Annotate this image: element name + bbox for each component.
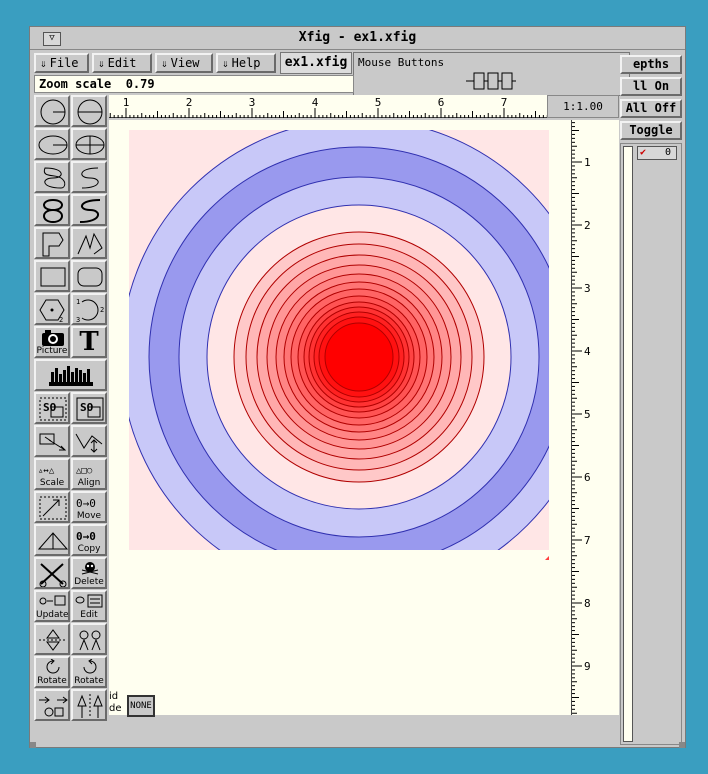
top-ruler-ticks: 1 2 3 4 5 6 7	[109, 96, 548, 118]
depths-header: epths	[620, 55, 682, 74]
move-tool[interactable]: 0→0 Move	[71, 491, 107, 523]
down-arrow-icon: ⇓	[222, 57, 229, 70]
mouse-buttons-label: Mouse Buttons	[358, 56, 445, 69]
copy-tool[interactable]: 0→0 Copy	[71, 524, 107, 556]
file-menu-button[interactable]: ⇓ File	[34, 53, 89, 73]
mouse-buttons-panel: Mouse Buttons	[353, 52, 630, 96]
ruler-label: 8	[584, 597, 591, 610]
right-ruler[interactable]: 1 2 3 4 5 6 7 8 9	[571, 120, 619, 715]
contour-figure	[129, 130, 549, 560]
ellipse-by-radii-tool[interactable]	[34, 128, 70, 160]
circle-by-diameter-tool[interactable]	[71, 95, 107, 127]
grid-none-button[interactable]: NONE	[127, 695, 155, 717]
depth-item[interactable]: ✔ 0	[637, 146, 677, 160]
ruler-label: 7	[501, 96, 508, 109]
view-menu-button[interactable]: ⇓ View	[155, 53, 213, 73]
svg-text:0→0: 0→0	[76, 530, 96, 543]
svg-text:2: 2	[100, 306, 104, 314]
svg-text:▵↔△: ▵↔△	[38, 466, 55, 476]
closed-spline-tool[interactable]	[34, 161, 70, 193]
svg-text:3: 3	[76, 316, 80, 324]
ruler-label: 6	[438, 96, 445, 109]
glue-compound-tool[interactable]: SO	[34, 392, 70, 424]
ellipse-by-diameter-tool[interactable]	[71, 128, 107, 160]
help-menu-button[interactable]: ⇓ Help	[216, 53, 276, 73]
resize-handle-icon[interactable]	[545, 556, 549, 560]
zoom-value: 0.79	[125, 77, 155, 91]
edit-tool[interactable]: Edit	[71, 590, 107, 622]
ruler-label: 3	[249, 96, 256, 109]
regular-polygon-tool[interactable]: 2	[34, 293, 70, 325]
ruler-label: 4	[312, 96, 319, 109]
ruler-label: 6	[584, 471, 591, 484]
ruler-label: 4	[584, 345, 591, 358]
add-delete-points-tool[interactable]	[71, 425, 107, 457]
arc-box-tool[interactable]	[71, 260, 107, 292]
filename-display: ex1.xfig	[280, 52, 352, 74]
open-compound-tool[interactable]	[34, 425, 70, 457]
ruler-label: 1	[584, 156, 591, 169]
open-spline-tool[interactable]	[71, 161, 107, 193]
resize-corner-icon[interactable]	[30, 742, 36, 748]
open-approx-spline-tool[interactable]	[71, 194, 107, 226]
rotate-cw-tool[interactable]: Rotate	[71, 656, 107, 688]
svg-text:△□○: △□○	[76, 466, 93, 476]
xfig-window: ▽ Xfig - ex1.xfig ⇓ File ⇓ Edit ⇓ View ⇓ Hel…	[29, 26, 686, 748]
cut-tool[interactable]	[34, 557, 70, 589]
ruler-label: 2	[186, 96, 193, 109]
align-tool[interactable]: △□○ Align	[71, 458, 107, 490]
picture-tool[interactable]: Picture	[34, 326, 70, 358]
polyline-tool[interactable]	[71, 227, 107, 259]
move-point-tool[interactable]	[34, 491, 70, 523]
flip-vertical-tool[interactable]	[34, 623, 70, 655]
ruler-label: 1	[123, 96, 130, 109]
scale-display[interactable]: 1:1.00	[547, 95, 619, 118]
tool-panel: 2 123 Picture T SO SO ▵↔△ Scale △□○ Align …	[34, 95, 108, 725]
arc-tool[interactable]: 1 2 3	[71, 293, 107, 325]
depth-scrollbar[interactable]	[623, 146, 633, 742]
window-title: Xfig - ex1.xfig	[298, 30, 417, 45]
drawing-canvas[interactable]	[109, 120, 571, 715]
svg-text:1: 1	[76, 298, 80, 306]
contour-center	[331, 329, 387, 385]
mouse-icon	[466, 72, 516, 90]
delete-tool[interactable]: Delete	[71, 557, 107, 589]
text-tool[interactable]: T	[71, 326, 107, 358]
edit-arc-tool[interactable]	[34, 524, 70, 556]
ruler-label: 5	[584, 408, 591, 421]
convert-tool[interactable]	[34, 689, 70, 721]
update-tool[interactable]: Update	[34, 590, 70, 622]
circle-by-radius-tool[interactable]	[34, 95, 70, 127]
zoom-scale-display[interactable]: Zoom scale 0.79	[34, 75, 354, 93]
all-on-button[interactable]: ll On	[620, 77, 682, 96]
ruler-label: 7	[584, 534, 591, 547]
ruler-label: 9	[584, 660, 591, 673]
depth-list: ✔ 0	[620, 143, 682, 745]
resize-corner-icon[interactable]	[679, 742, 685, 748]
box-tool[interactable]	[34, 260, 70, 292]
rotate-ccw-tool[interactable]: Rotate	[34, 656, 70, 688]
anchor-tool[interactable]	[71, 689, 107, 721]
svg-text:0→0: 0→0	[76, 497, 96, 510]
svg-text:2: 2	[59, 316, 63, 324]
toggle-button[interactable]: Toggle	[620, 121, 682, 140]
ruler-label: 3	[584, 282, 591, 295]
break-compound-tool[interactable]: SO	[71, 392, 107, 424]
all-off-button[interactable]: All Off	[620, 99, 682, 118]
edit-menu-button[interactable]: ⇓ Edit	[92, 53, 152, 73]
checkmark-icon[interactable]: ✔	[640, 147, 646, 158]
down-arrow-icon: ⇓	[161, 57, 168, 70]
top-ruler[interactable]: 1 2 3 4 5 6 7	[109, 95, 619, 118]
ruler-label: 5	[375, 96, 382, 109]
title-bar[interactable]: ▽ Xfig - ex1.xfig	[30, 27, 685, 50]
ruler-label: 2	[584, 219, 591, 232]
down-arrow-icon: ⇓	[40, 57, 47, 70]
scale-tool[interactable]: ▵↔△ Scale	[34, 458, 70, 490]
down-arrow-icon: ⇓	[98, 57, 105, 70]
right-ruler-ticks: 1 2 3 4 5 6 7 8 9	[572, 122, 591, 714]
closed-approx-spline-tool[interactable]	[34, 194, 70, 226]
flip-horizontal-tool[interactable]	[71, 623, 107, 655]
library-tool[interactable]	[34, 359, 107, 391]
polygon-tool[interactable]	[34, 227, 70, 259]
